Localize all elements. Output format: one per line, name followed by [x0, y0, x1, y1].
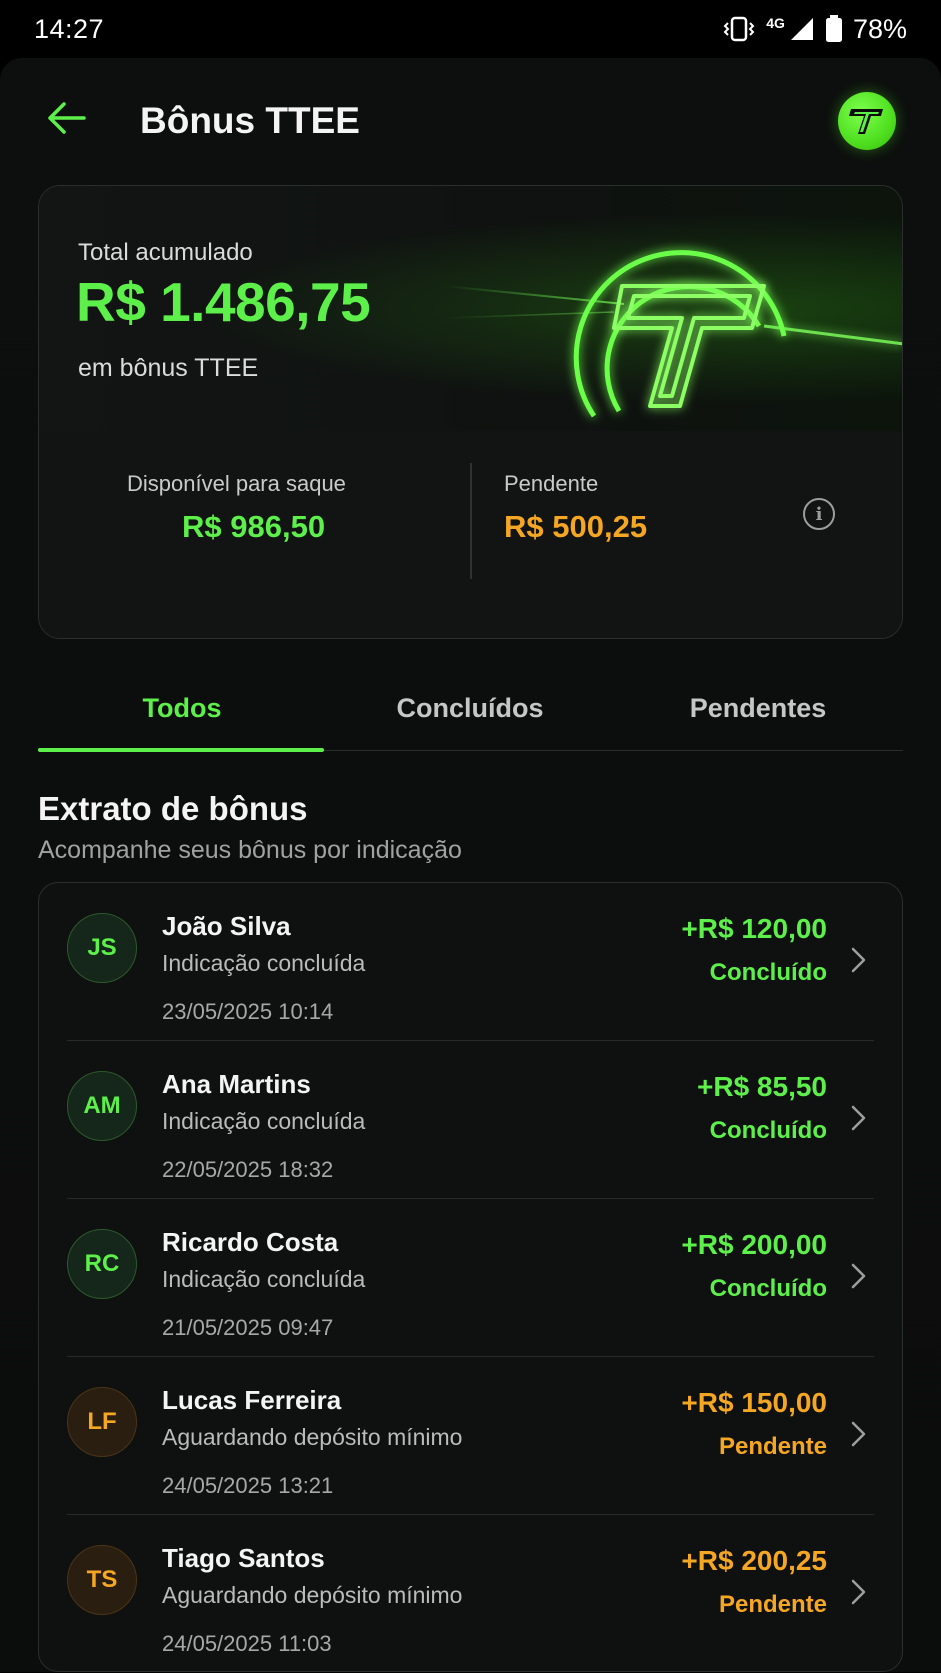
bonus-list: JS João Silva Indicação concluída 23/05/…: [38, 882, 903, 1672]
available-value: R$ 986,50: [182, 509, 326, 544]
screen: Bônus TTEE Total acumulado R$ 1.486,75 e…: [0, 58, 941, 1672]
summary-hero: Total acumulado R$ 1.486,75 em bônus TTE…: [39, 186, 902, 431]
status-time: 14:27: [34, 13, 105, 44]
arrow-left-icon[interactable]: [44, 96, 88, 140]
total-subtitle: em bônus TTEE: [78, 354, 259, 382]
avatar: JS: [67, 913, 137, 983]
tab-indicator: [38, 748, 324, 752]
ttee-neon-logo-icon: [444, 250, 902, 418]
page-title: Bônus TTEE: [140, 100, 360, 141]
list-item[interactable]: TS Tiago Santos Aguardando depósito míni…: [39, 1515, 904, 1673]
item-amount: +R$ 85,50: [697, 1071, 827, 1102]
pending-value: R$ 500,25: [504, 509, 648, 544]
avatar: TS: [67, 1545, 137, 1615]
status-badge: Pendente: [718, 1591, 827, 1618]
item-date: 22/05/2025 18:32: [162, 1157, 334, 1182]
item-amount: +R$ 200,00: [681, 1229, 827, 1260]
item-date: 23/05/2025 10:14: [162, 999, 334, 1024]
item-description: Indicação concluída: [162, 1108, 366, 1134]
list-item[interactable]: JS João Silva Indicação concluída 23/05/…: [39, 883, 904, 1041]
info-icon[interactable]: i: [803, 498, 835, 530]
chevron-right-icon: [851, 1263, 866, 1289]
status-badge: Pendente: [718, 1433, 827, 1460]
tab-todos[interactable]: Todos: [38, 693, 326, 724]
item-name: Tiago Santos: [162, 1543, 325, 1573]
battery-level: 78%: [852, 13, 907, 44]
summary-card: Total acumulado R$ 1.486,75 em bônus TTE…: [38, 185, 903, 639]
item-amount: +R$ 120,00: [681, 913, 827, 944]
item-name: Ricardo Costa: [162, 1227, 339, 1257]
total-value: R$ 1.486,75: [76, 271, 371, 333]
section-subtitle: Acompanhe seus bônus por indicação: [38, 836, 462, 864]
list-item[interactable]: RC Ricardo Costa Indicação concluída 21/…: [39, 1199, 904, 1357]
available-label: Disponível para saque: [127, 471, 346, 496]
status-badge: Concluído: [709, 1275, 827, 1302]
chevron-right-icon: [851, 1579, 866, 1605]
avatar: AM: [67, 1071, 137, 1141]
list-item[interactable]: AM Ana Martins Indicação concluída 22/05…: [39, 1041, 904, 1199]
item-date: 24/05/2025 13:21: [162, 1473, 334, 1498]
pending-label: Pendente: [504, 471, 599, 496]
total-label: Total acumulado: [78, 239, 253, 266]
tab-pendentes[interactable]: Pendentes: [614, 693, 902, 724]
balances-panel: Disponível para saque R$ 986,50 Pendente…: [39, 431, 902, 638]
status-icons: 4G 78%: [722, 14, 907, 45]
chevron-right-icon: [851, 1105, 866, 1131]
status-bar: 14:27 4G 78%: [0, 0, 941, 58]
item-date: 21/05/2025 09:47: [162, 1315, 334, 1340]
avatar: RC: [67, 1229, 137, 1299]
tab-concluidos[interactable]: Concluídos: [326, 693, 614, 724]
chevron-right-icon: [851, 947, 866, 973]
item-description: Aguardando depósito mínimo: [162, 1582, 463, 1608]
item-description: Aguardando depósito mínimo: [162, 1424, 463, 1450]
signal-icon: [790, 18, 813, 40]
item-date: 24/05/2025 11:03: [162, 1631, 332, 1656]
status-badge: Concluído: [709, 1117, 827, 1144]
ttee-logo-icon: [849, 109, 883, 134]
avatar: LF: [67, 1387, 137, 1457]
status-badge: Concluído: [709, 959, 827, 986]
item-name: João Silva: [162, 911, 291, 941]
divider: [470, 463, 472, 579]
item-name: Lucas Ferreira: [162, 1385, 342, 1415]
battery-icon: [825, 15, 842, 42]
item-description: Indicação concluída: [162, 950, 366, 976]
vibrate-icon: [723, 16, 755, 42]
app-bar: Bônus TTEE: [0, 58, 941, 186]
network-type: 4G: [766, 15, 785, 31]
ttee-logo-button[interactable]: [838, 92, 896, 150]
filter-tabs: Todos Concluídos Pendentes: [38, 643, 903, 752]
item-description: Indicação concluída: [162, 1266, 366, 1292]
item-amount: +R$ 200,25: [681, 1545, 827, 1576]
chevron-right-icon: [851, 1421, 866, 1447]
list-item[interactable]: LF Lucas Ferreira Aguardando depósito mí…: [39, 1357, 904, 1515]
item-amount: +R$ 150,00: [681, 1387, 827, 1418]
section-title: Extrato de bônus: [38, 790, 308, 827]
item-name: Ana Martins: [162, 1069, 311, 1099]
